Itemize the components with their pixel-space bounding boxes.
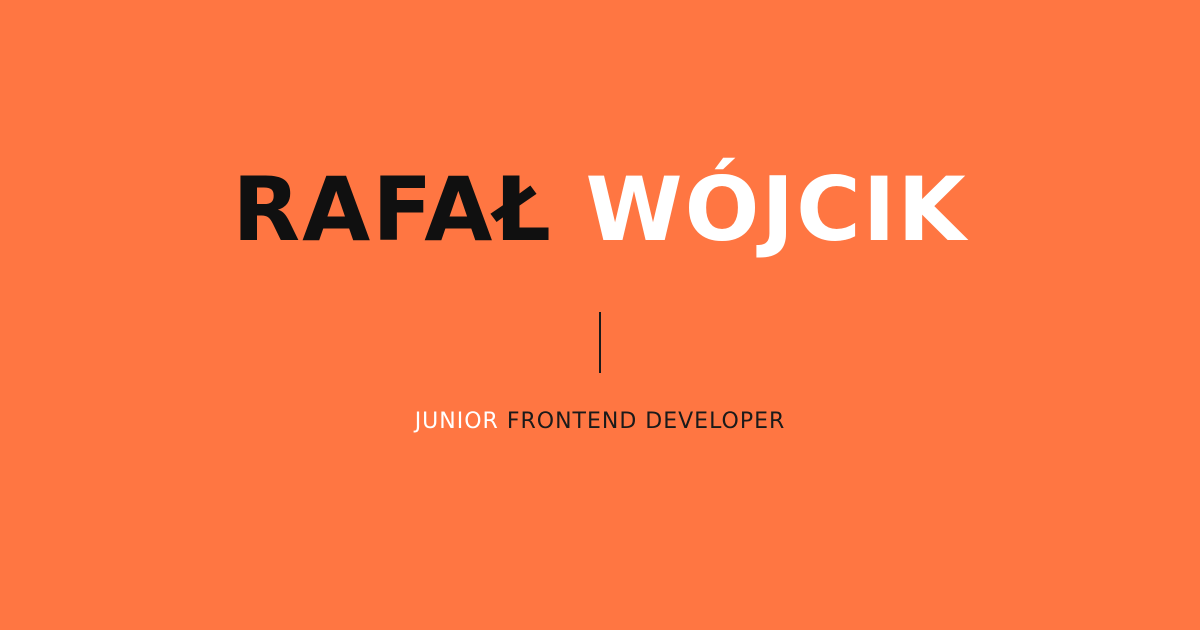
role-title: FRONTEND DEVELOPER — [506, 409, 786, 434]
vertical-divider — [599, 312, 601, 373]
role-level: JUNIOR — [414, 409, 499, 434]
job-role: JUNIOR FRONTEND DEVELOPER — [0, 407, 1200, 437]
last-name: WÓJCIK — [585, 158, 968, 261]
first-name: RAFAŁ — [232, 158, 553, 261]
og-card: { "name": { "first": "RAFAŁ", "last": "W… — [0, 0, 1200, 630]
full-name-heading: RAFAŁ WÓJCIK — [0, 160, 1200, 260]
